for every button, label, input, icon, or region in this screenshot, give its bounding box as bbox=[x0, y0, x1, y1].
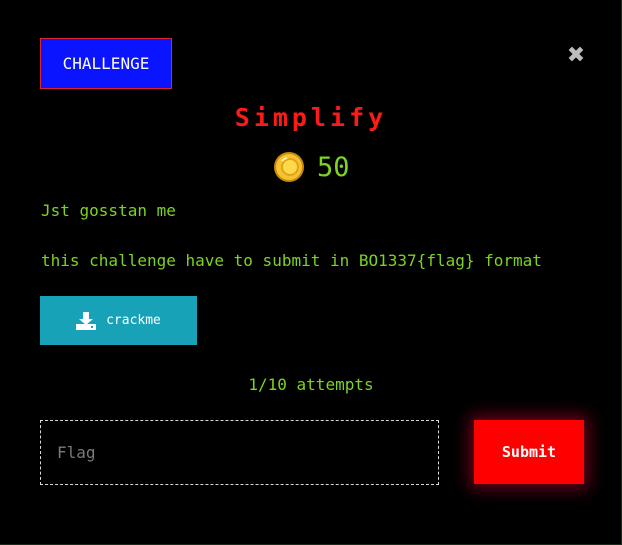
description-line: this challenge have to submit in BO1337{… bbox=[41, 251, 542, 270]
flag-input[interactable] bbox=[40, 420, 439, 485]
points-value: 50 bbox=[317, 151, 350, 183]
challenge-title: Simplify bbox=[234, 103, 388, 132]
submit-button[interactable]: Submit bbox=[474, 420, 584, 484]
challenge-points: 50 bbox=[273, 150, 350, 184]
download-label: crackme bbox=[106, 313, 161, 328]
coin-icon bbox=[274, 152, 304, 182]
tab-challenge[interactable]: CHALLENGE bbox=[40, 38, 172, 89]
challenge-modal: CHALLENGE ✖ Simplify 50 Jst gosstan me t… bbox=[0, 0, 622, 545]
attempts-counter: 1/10 attempts bbox=[248, 375, 374, 394]
download-icon bbox=[76, 311, 97, 330]
close-icon[interactable]: ✖ bbox=[565, 45, 587, 67]
description-line: Jst gosstan me bbox=[41, 201, 176, 220]
download-crackme-button[interactable]: crackme bbox=[40, 296, 197, 345]
